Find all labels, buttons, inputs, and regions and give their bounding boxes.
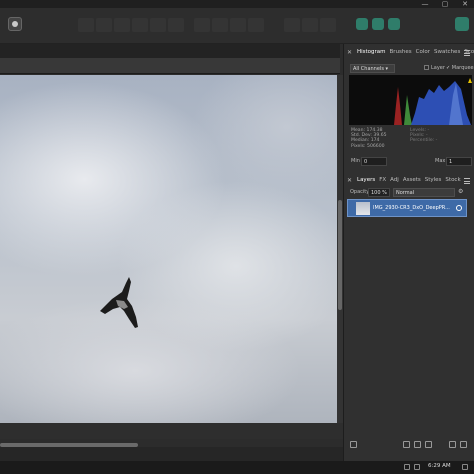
histogram-graph: [349, 75, 472, 125]
marquee-checkbox[interactable]: ✓ Marquee: [446, 65, 474, 72]
toolbar-button[interactable]: [114, 18, 130, 32]
bird-silhouette: [100, 277, 138, 328]
tab-swatches[interactable]: Swatches: [434, 47, 460, 57]
maximize-button[interactable]: ▢: [436, 0, 454, 8]
toolbar-button[interactable]: [320, 18, 336, 32]
folder-icon[interactable]: [449, 441, 456, 448]
close-button[interactable]: ✕: [456, 0, 474, 8]
account-icon[interactable]: [455, 17, 469, 31]
tab-histogram[interactable]: Histogram: [357, 47, 386, 57]
toolbar-button[interactable]: [150, 18, 166, 32]
max-input[interactable]: 1: [446, 157, 472, 166]
stat-percentile: Percentile: -: [410, 138, 438, 144]
layer-name: IMG_2930-CR3_DxO_DeepPR...: [373, 205, 450, 211]
toolbar-button[interactable]: [212, 18, 228, 32]
toolbar-button[interactable]: [230, 18, 246, 32]
close-layers-panel-icon[interactable]: ✕: [347, 177, 352, 184]
panel-menu-icon[interactable]: [464, 50, 470, 56]
horizontal-scroll-area: [0, 423, 343, 439]
document-tab-bar: [0, 44, 340, 58]
histogram-stats: Mean: 174.38 Std. Dev: 39.65 Median: 174…: [351, 128, 387, 149]
tab-brushes[interactable]: Brushes: [390, 47, 412, 57]
min-input[interactable]: 0: [361, 157, 387, 166]
image-canvas[interactable]: [0, 75, 337, 423]
toolbar-button[interactable]: [302, 18, 318, 32]
title-bar: — ▢ ✕: [0, 0, 474, 8]
notification-icon[interactable]: [462, 464, 468, 470]
main-toolbar: [0, 8, 474, 44]
app-window: — ▢ ✕ ✕ Histogram Brushes Color Swatches…: [0, 0, 474, 474]
tab-color[interactable]: Color: [416, 47, 430, 57]
tray-icon[interactable]: [404, 464, 410, 470]
opacity-input[interactable]: 100 %: [368, 188, 390, 197]
pages-icon[interactable]: [350, 441, 357, 448]
tab-adj[interactable]: Adj: [390, 175, 399, 185]
mask-layer-icon[interactable]: [403, 441, 410, 448]
close-panel-icon[interactable]: ✕: [347, 49, 352, 56]
tab-layers[interactable]: Layers: [357, 175, 375, 185]
gear-icon[interactable]: ⚙: [458, 188, 463, 195]
volume-icon[interactable]: [414, 464, 420, 470]
mask-icon[interactable]: [388, 18, 400, 30]
toolbar-button[interactable]: [168, 18, 184, 32]
context-toolbar: [0, 58, 340, 74]
layer-row[interactable]: IMG_2930-CR3_DxO_DeepPR...: [347, 199, 467, 217]
stat-pixels: Pixels: 506600: [351, 143, 385, 149]
tab-fx[interactable]: FX: [379, 175, 386, 185]
channel-select-value: All Channels: [353, 66, 384, 72]
persona-icon[interactable]: [8, 17, 22, 31]
minimize-button[interactable]: —: [416, 0, 434, 8]
status-bar: [0, 447, 343, 461]
snapping-icon[interactable]: [356, 18, 368, 30]
layer-checkbox[interactable]: Layer: [424, 65, 445, 72]
checkbox-icon: [424, 65, 429, 70]
toolbar-button[interactable]: [248, 18, 264, 32]
histogram-stats-secondary: Levels: - Pixels: - Percentile: -: [410, 128, 437, 144]
layers-panel-tabs: Layers FX Adj Assets Styles Stock: [357, 175, 461, 185]
assistant-icon[interactable]: [372, 18, 384, 30]
max-label: Max: [435, 158, 446, 164]
checkmark-icon: ✓: [446, 65, 451, 71]
visibility-icon[interactable]: [456, 205, 462, 211]
vertical-scroll-thumb[interactable]: [338, 200, 342, 310]
min-label: Min: [351, 158, 360, 164]
layer-checkbox-label: Layer: [431, 65, 445, 71]
adjustment-icon[interactable]: [414, 441, 421, 448]
toolbar-button[interactable]: [96, 18, 112, 32]
tab-stock[interactable]: Stock: [445, 175, 460, 185]
toolbar-button[interactable]: [194, 18, 210, 32]
toolbar-button[interactable]: [78, 18, 94, 32]
blend-mode-value: Normal: [396, 190, 415, 196]
clock: 6:29 AM: [428, 463, 451, 469]
marquee-checkbox-label: Marquee: [451, 65, 474, 71]
layers-menu-icon[interactable]: [464, 178, 470, 184]
trash-icon[interactable]: [460, 441, 467, 448]
toolbar-button[interactable]: [132, 18, 148, 32]
channel-select[interactable]: All Channels ▾: [350, 64, 395, 73]
os-taskbar: 6:29 AM: [0, 461, 474, 474]
tab-assets[interactable]: Assets: [403, 175, 421, 185]
tab-styles[interactable]: Styles: [425, 175, 442, 185]
histogram-panel-tabs: Histogram Brushes Color Swatches Scope: [357, 47, 474, 57]
fx-icon[interactable]: [425, 441, 432, 448]
blend-mode-select[interactable]: Normal: [393, 188, 455, 197]
layer-thumbnail: [356, 202, 370, 215]
toolbar-button[interactable]: [284, 18, 300, 32]
